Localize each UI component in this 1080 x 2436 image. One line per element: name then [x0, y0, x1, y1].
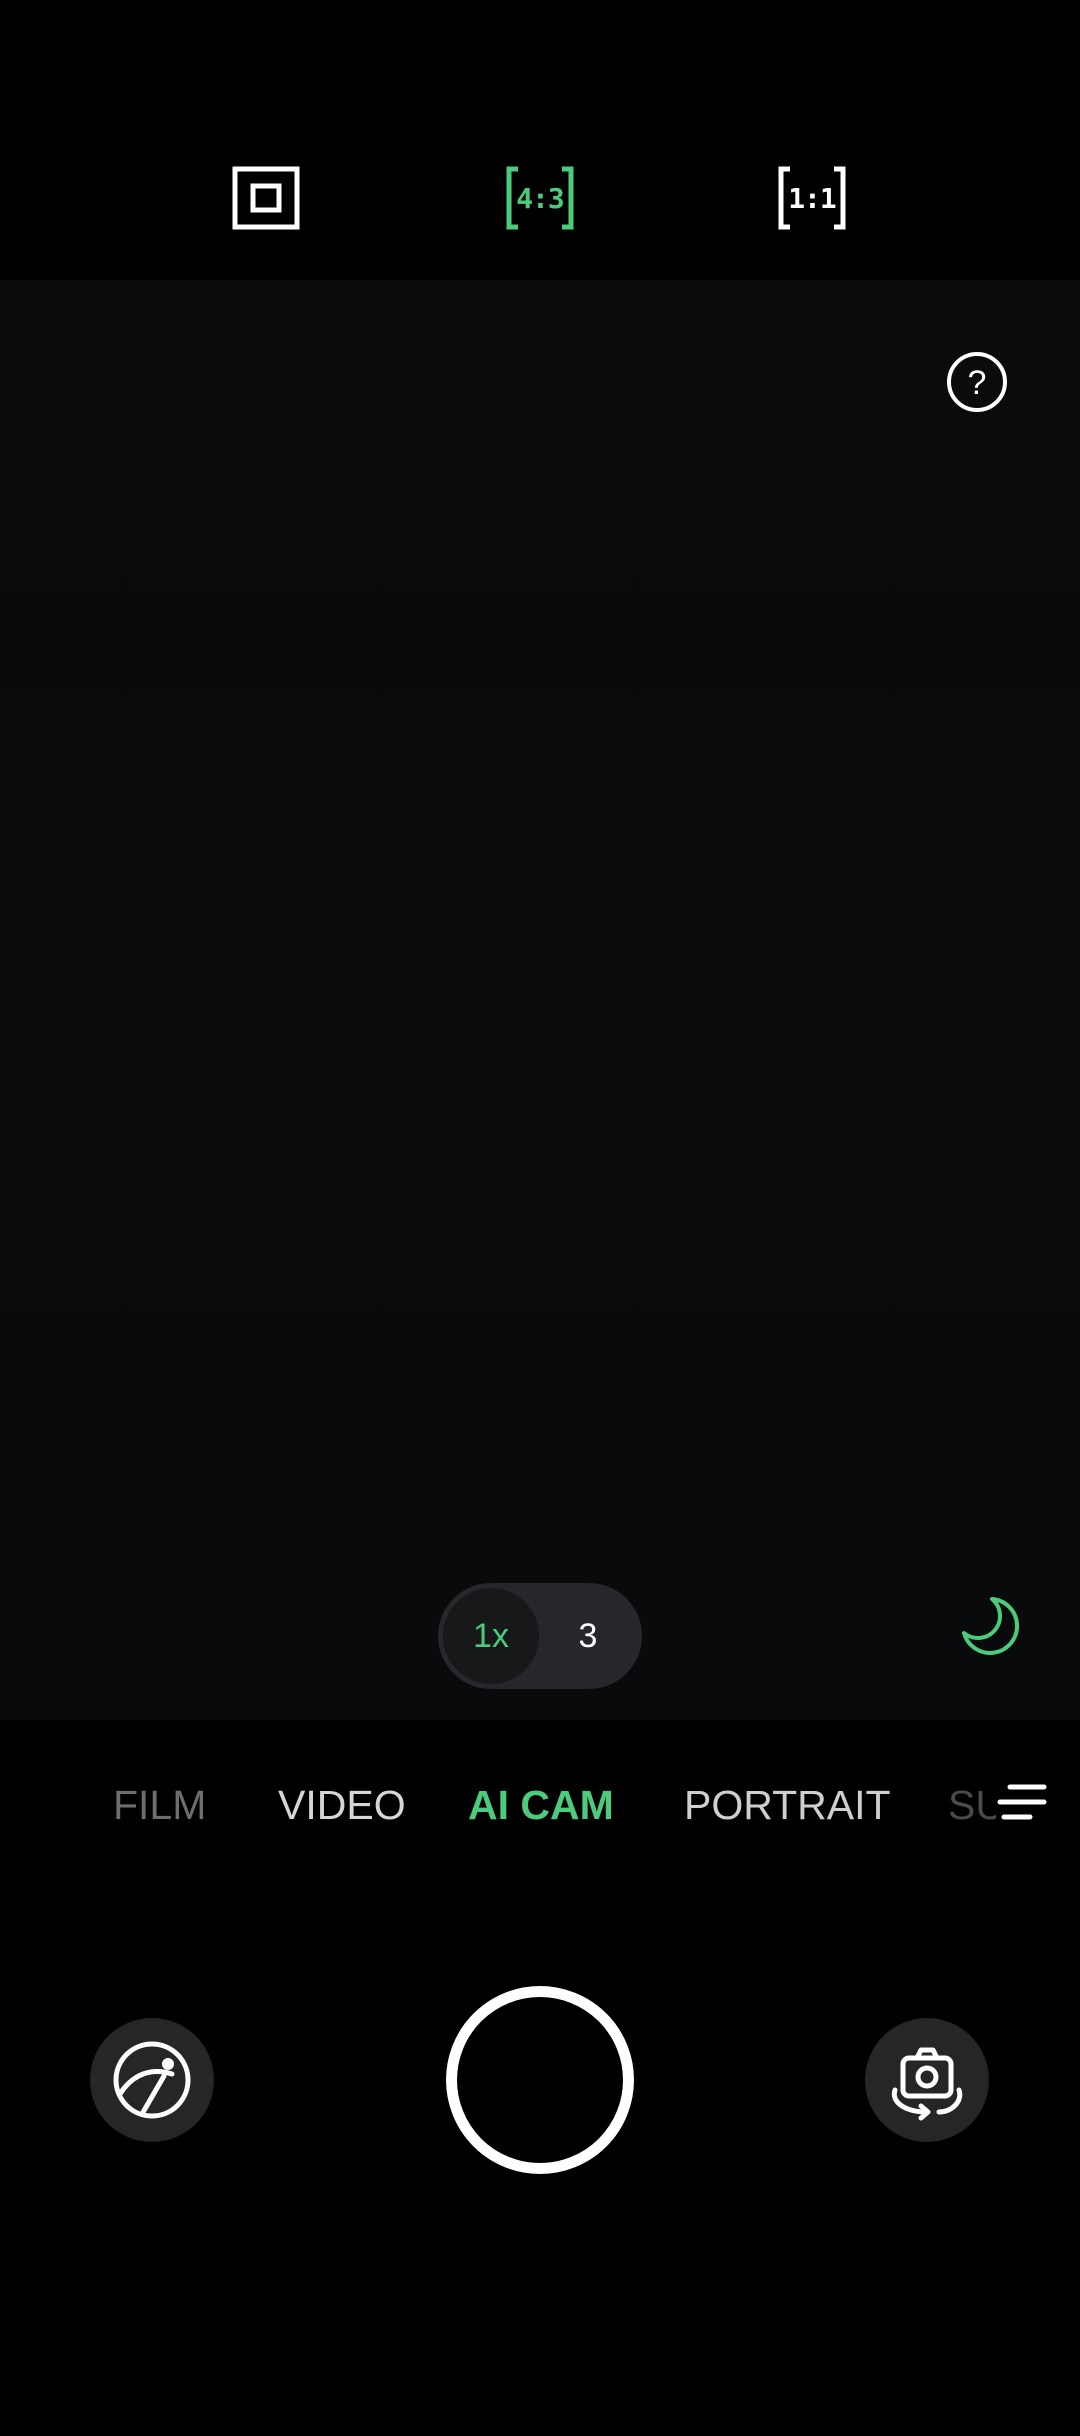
zoom-selector: 1x 3 — [438, 1583, 642, 1689]
help-label: ? — [968, 364, 987, 402]
camera-viewfinder[interactable] — [0, 280, 1080, 1720]
shutter-button[interactable] — [446, 1986, 634, 2174]
mode-film[interactable]: FILM — [113, 1755, 206, 1855]
gallery-button[interactable] — [90, 2018, 214, 2142]
more-modes-icon — [997, 1784, 1047, 1820]
mode-portrait[interactable]: PORTRAIT — [684, 1755, 891, 1855]
mode-ai-cam[interactable]: AI CAM — [468, 1755, 614, 1855]
aspect-full-button[interactable] — [231, 165, 301, 231]
aspect-4-3-label: 4:3 — [516, 181, 565, 215]
mode-strip: FILM VIDEO AI CAM PORTRAIT SU — [0, 1755, 1080, 1855]
gallery-icon — [113, 2041, 191, 2119]
mode-super[interactable]: SU — [948, 1755, 996, 1855]
full-frame-icon — [232, 166, 300, 230]
help-button[interactable]: ? — [946, 351, 1008, 413]
zoom-option-1x[interactable]: 1x — [443, 1588, 539, 1684]
aspect-1-1-button[interactable]: 1:1 — [777, 165, 847, 231]
flip-camera-icon — [891, 2047, 963, 2121]
mode-video[interactable]: VIDEO — [278, 1755, 406, 1855]
moon-icon — [962, 1597, 1020, 1655]
more-modes-button[interactable] — [994, 1773, 1054, 1833]
zoom-option-3x[interactable]: 3 — [540, 1588, 636, 1684]
aspect-ratio-bar: 4:3 1:1 — [0, 0, 1080, 280]
aspect-1-1-label: 1:1 — [788, 181, 837, 215]
aspect-4-3-button[interactable]: 4:3 — [505, 165, 575, 231]
help-icon: ? — [947, 352, 1007, 412]
night-mode-button[interactable] — [956, 1593, 1020, 1657]
flip-camera-button[interactable] — [865, 2018, 989, 2142]
